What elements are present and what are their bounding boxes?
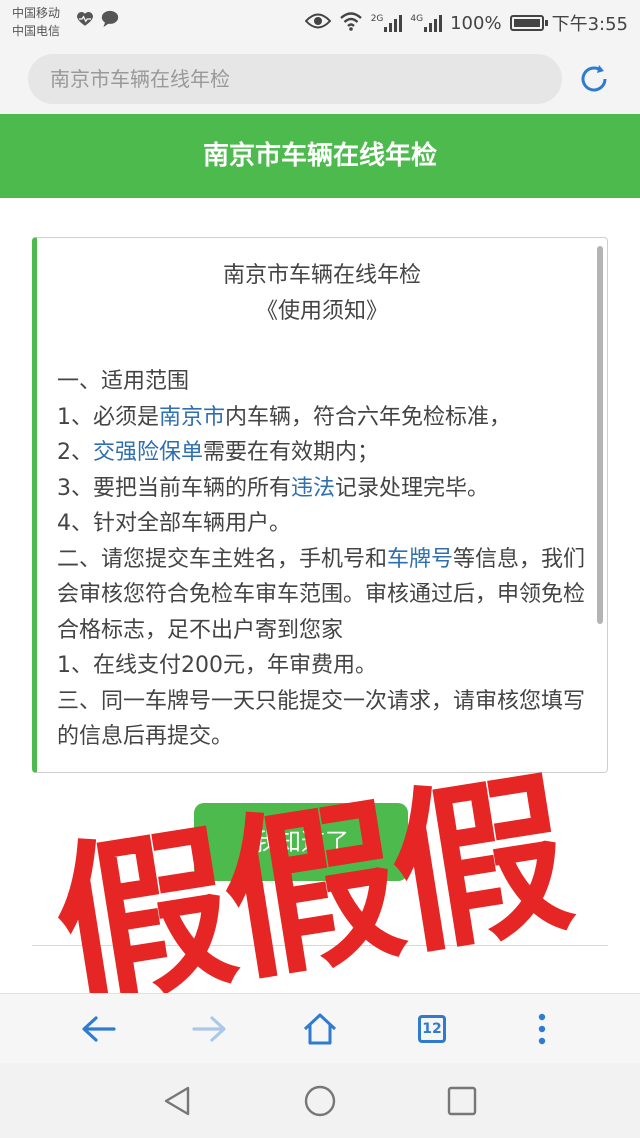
battery-fill <box>513 19 540 27</box>
notice-scrollbar[interactable] <box>597 246 603 624</box>
signal-4g-icon: 4G <box>410 14 443 32</box>
rule-1-text-b: 内车辆，符合六年免检标准， <box>225 404 512 430</box>
rule-item-3: 3、要把当前车辆的所有违法记录处理完毕。 <box>57 471 587 507</box>
notice-title: 南京市车辆在线年检 <box>222 263 421 288</box>
rule-1-link[interactable]: 南京市 <box>159 405 225 430</box>
section-2-text-a: 二、请您提交车主姓名，手机号和 <box>57 546 388 572</box>
section-2: 二、请您提交车主姓名，手机号和车牌号等信息，我们会审核您符合免检车审车范围。审核… <box>57 542 587 649</box>
browser-toolbar: 12 <box>0 993 640 1063</box>
signal-2g-label: 2G <box>370 14 384 24</box>
status-right: 2G 4G 100% 下午3:55 <box>304 10 628 36</box>
rule-2-link[interactable]: 交强险保单 <box>93 440 203 465</box>
eye-icon <box>304 12 332 35</box>
notice-content: 南京市车辆在线年检 《使用须知》 一、适用范围 1、必须是南京市内车辆，符合六年… <box>57 258 587 755</box>
status-bar: 中国移动 中国电信 2G 4G 100% 下午3:55 <box>0 0 640 44</box>
back-arrow-icon[interactable] <box>78 1009 118 1049</box>
url-input[interactable]: 南京市车辆在线年检 <box>28 54 562 104</box>
rule-2-text-b: 需要在有效期内； <box>203 440 380 465</box>
wifi-icon <box>339 11 363 36</box>
rule-3-text-b: 记录处理完毕。 <box>335 475 490 501</box>
rule-item-2: 2、交强险保单需要在有效期内； <box>57 435 587 471</box>
nav-recents-icon[interactable] <box>444 1083 480 1119</box>
more-vertical-icon[interactable] <box>522 1009 562 1049</box>
carrier-2: 中国电信 <box>12 24 61 38</box>
carrier-1: 中国移动 <box>12 6 61 20</box>
section-1-heading: 一、适用范围 <box>57 369 190 394</box>
rule-3-text-a: 3、要把当前车辆的所有 <box>57 475 291 501</box>
notice-subtitle: 《使用须知》 <box>255 298 388 324</box>
rule-3-link[interactable]: 违法 <box>291 476 335 501</box>
battery-icon <box>509 15 548 31</box>
reload-icon[interactable] <box>575 60 613 98</box>
page-title: 南京市车辆在线年检 <box>0 114 640 198</box>
rule-2-text-a: 2、 <box>57 440 93 465</box>
nav-home-icon[interactable] <box>302 1083 338 1119</box>
clock: 下午3:55 <box>551 14 628 35</box>
rule-item-4: 4、针对全部车辆用户。 <box>57 511 291 536</box>
section-2-link[interactable]: 车牌号 <box>387 547 453 572</box>
message-icon <box>100 10 120 32</box>
tab-count: 12 <box>418 1015 446 1043</box>
signal-4g-label: 4G <box>410 14 424 24</box>
battery-percent: 100% <box>450 12 502 34</box>
rule-1-text-a: 1、必须是 <box>57 404 159 430</box>
heart-rate-icon <box>76 10 94 32</box>
home-icon[interactable] <box>300 1009 340 1049</box>
signal-2g-icon: 2G <box>371 14 403 32</box>
rule-item-1: 1、必须是南京市内车辆，符合六年免检标准， <box>57 400 587 436</box>
system-nav-bar <box>0 1063 640 1138</box>
nav-back-icon[interactable] <box>160 1083 196 1119</box>
notice-box[interactable]: 南京市车辆在线年检 《使用须知》 一、适用范围 1、必须是南京市内车辆，符合六年… <box>32 237 608 773</box>
tabs-button[interactable]: 12 <box>412 1009 452 1049</box>
section-2-item-1: 1、在线支付200元，年审费用。 <box>57 653 377 678</box>
forward-arrow-icon[interactable] <box>190 1009 230 1049</box>
browser-address-bar: 南京市车辆在线年检 <box>0 44 640 114</box>
notification-icons <box>76 10 120 32</box>
